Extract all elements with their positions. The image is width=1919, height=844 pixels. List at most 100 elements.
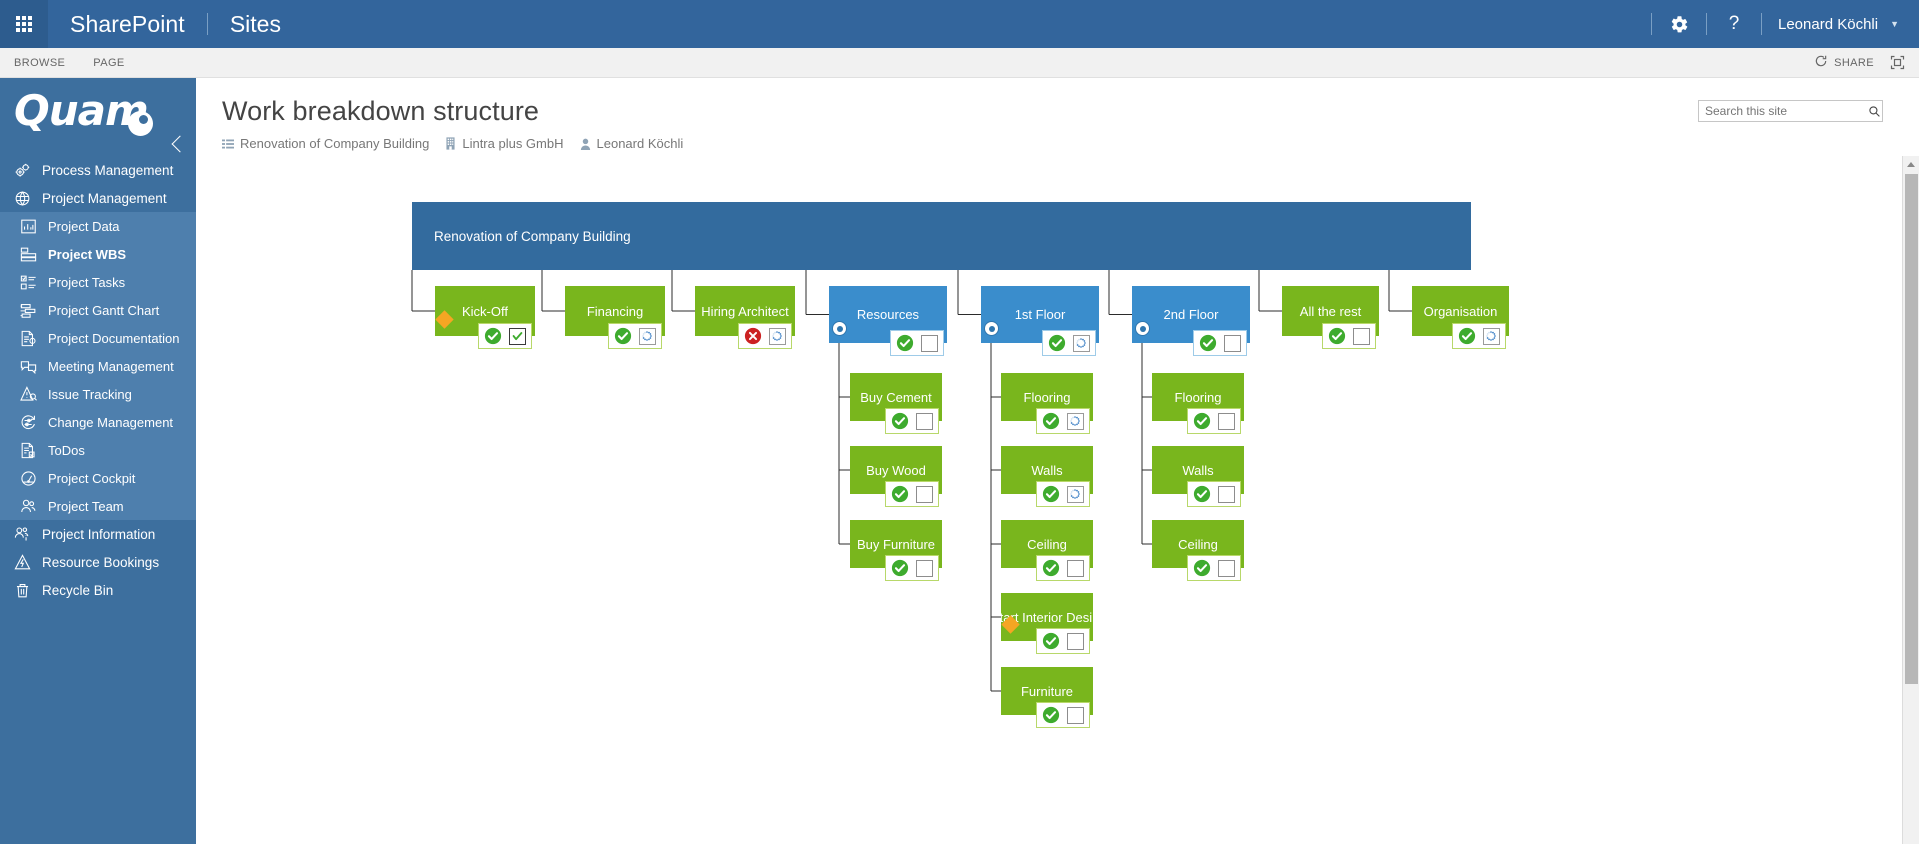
wbs-node-f1-furniture[interactable]: Furniture bbox=[1001, 667, 1093, 728]
vertical-scrollbar[interactable] bbox=[1902, 156, 1919, 844]
wbs-node-buy-furniture[interactable]: Buy Furniture bbox=[850, 520, 942, 581]
status-ok-icon[interactable] bbox=[1328, 327, 1346, 345]
wbs-node-status-badges bbox=[1036, 702, 1090, 728]
ribbon-tab-page[interactable]: PAGE bbox=[79, 48, 138, 78]
status-ok-icon[interactable] bbox=[1042, 412, 1060, 430]
sidebar-item-project-cockpit[interactable]: Project Cockpit bbox=[0, 464, 196, 492]
sidebar-item-meeting-management[interactable]: Meeting Management bbox=[0, 352, 196, 380]
status-pending-icon[interactable] bbox=[1482, 327, 1500, 345]
status-empty-checkbox-icon[interactable] bbox=[1066, 559, 1084, 577]
status-ok-icon[interactable] bbox=[1042, 485, 1060, 503]
status-empty-checkbox-icon[interactable] bbox=[1352, 327, 1370, 345]
scroll-up-button[interactable] bbox=[1903, 156, 1919, 173]
wbs-node-floor2[interactable]: 2nd Floor bbox=[1132, 286, 1250, 356]
status-error-icon[interactable] bbox=[744, 327, 762, 345]
status-empty-checkbox-icon[interactable] bbox=[1066, 706, 1084, 724]
status-ok-icon[interactable] bbox=[484, 327, 502, 345]
wbs-node-hiring-architect[interactable]: Hiring Architect bbox=[695, 286, 795, 349]
status-pending-icon[interactable] bbox=[638, 327, 656, 345]
sidebar-item-project-tasks[interactable]: Project Tasks bbox=[0, 268, 196, 296]
status-ok-icon[interactable] bbox=[1458, 327, 1476, 345]
wbs-node-box[interactable]: Renovation of Company Building bbox=[412, 202, 1471, 270]
scrollbar-thumb[interactable] bbox=[1905, 174, 1918, 684]
sidebar-item-project-wbs[interactable]: Project WBS bbox=[0, 240, 196, 268]
wbs-node-label: Flooring bbox=[1023, 389, 1071, 405]
sidebar-item-recycle-bin[interactable]: Recycle Bin bbox=[0, 576, 196, 604]
sidebar-item-process-management[interactable]: Process Management bbox=[0, 156, 196, 184]
wbs-node-f2-ceiling[interactable]: Ceiling bbox=[1152, 520, 1244, 581]
wbs-node-f1-walls[interactable]: Walls bbox=[1001, 446, 1093, 507]
status-ok-icon[interactable] bbox=[1193, 559, 1211, 577]
status-empty-checkbox-icon[interactable] bbox=[915, 412, 933, 430]
sidebar-item-project-documentation[interactable]: Project Documentation bbox=[0, 324, 196, 352]
sidebar-item-project-data[interactable]: Project Data bbox=[0, 212, 196, 240]
status-empty-checkbox-icon[interactable] bbox=[920, 334, 938, 352]
status-empty-checkbox-icon[interactable] bbox=[1217, 412, 1235, 430]
collapse-expand-toggle[interactable] bbox=[1135, 321, 1150, 336]
ribbon-tab-browse[interactable]: BROWSE bbox=[0, 48, 79, 78]
wbs-node-f1-ceiling[interactable]: Ceiling bbox=[1001, 520, 1093, 581]
status-empty-checkbox-icon[interactable] bbox=[1217, 559, 1235, 577]
sidebar-item-issue-tracking[interactable]: Issue Tracking bbox=[0, 380, 196, 408]
wbs-node-kickoff[interactable]: Kick-Off bbox=[435, 286, 535, 349]
status-ok-icon[interactable] bbox=[891, 485, 909, 503]
wbs-node-f1-flooring[interactable]: Flooring bbox=[1001, 373, 1093, 434]
status-ok-icon[interactable] bbox=[1042, 706, 1060, 724]
share-button[interactable]: SHARE bbox=[1814, 54, 1874, 71]
status-empty-checkbox-icon[interactable] bbox=[1066, 632, 1084, 650]
sidebar-item-todos[interactable]: ToDos bbox=[0, 436, 196, 464]
status-ok-icon[interactable] bbox=[1048, 334, 1066, 352]
status-ok-icon[interactable] bbox=[1199, 334, 1217, 352]
gear-icon[interactable] bbox=[1652, 0, 1706, 48]
focus-on-content-icon[interactable] bbox=[1890, 55, 1905, 70]
wbs-node-status-badges bbox=[608, 323, 662, 349]
status-empty-checkbox-icon[interactable] bbox=[1223, 334, 1241, 352]
wbs-node-buy-wood[interactable]: Buy Wood bbox=[850, 446, 942, 507]
status-ok-icon[interactable] bbox=[896, 334, 914, 352]
sites-link[interactable]: Sites bbox=[208, 0, 303, 48]
chevron-down-icon[interactable]: ▼ bbox=[1890, 0, 1919, 48]
wbs-node-f2-walls[interactable]: Walls bbox=[1152, 446, 1244, 507]
help-icon[interactable]: ? bbox=[1707, 0, 1761, 48]
status-empty-checkbox-icon[interactable] bbox=[1217, 485, 1235, 503]
status-ok-icon[interactable] bbox=[891, 559, 909, 577]
status-pending-icon[interactable] bbox=[768, 327, 786, 345]
status-ok-icon[interactable] bbox=[1042, 559, 1060, 577]
wbs-node-f1-interior[interactable]: Start Interior Desi... bbox=[1001, 593, 1093, 654]
app-launcher-icon[interactable] bbox=[0, 0, 48, 48]
status-empty-checkbox-icon[interactable] bbox=[915, 559, 933, 577]
wbs-node-resources[interactable]: Resources bbox=[829, 286, 947, 356]
wbs-node-label: 2nd Floor bbox=[1163, 307, 1219, 322]
wbs-node-financing[interactable]: Financing bbox=[565, 286, 665, 349]
status-pending-icon[interactable] bbox=[1072, 334, 1090, 352]
wbs-node-organisation[interactable]: Organisation bbox=[1412, 286, 1509, 349]
wbs-node-label: Hiring Architect bbox=[701, 303, 789, 319]
status-ok-icon[interactable] bbox=[891, 412, 909, 430]
content-area: Work breakdown structure Renovation of C… bbox=[196, 78, 1919, 844]
status-checked-checkbox-icon[interactable] bbox=[508, 327, 526, 345]
sidebar-item-project-information[interactable]: Project Information bbox=[0, 520, 196, 548]
wbs-node-root[interactable]: Renovation of Company Building bbox=[412, 202, 1471, 270]
sidebar-item-project-gantt-chart[interactable]: Project Gantt Chart bbox=[0, 296, 196, 324]
wbs-node-f2-flooring[interactable]: Flooring bbox=[1152, 373, 1244, 434]
collapse-expand-toggle[interactable] bbox=[832, 321, 847, 336]
status-empty-checkbox-icon[interactable] bbox=[915, 485, 933, 503]
status-ok-icon[interactable] bbox=[614, 327, 632, 345]
status-ok-icon[interactable] bbox=[1042, 632, 1060, 650]
sidebar-item-project-management[interactable]: Project Management bbox=[0, 184, 196, 212]
user-name[interactable]: Leonard Köchli bbox=[1762, 0, 1890, 48]
sidebar-item-resource-bookings[interactable]: Resource Bookings bbox=[0, 548, 196, 576]
chevron-left-icon[interactable] bbox=[168, 136, 186, 154]
status-pending-icon[interactable] bbox=[1066, 485, 1084, 503]
sharepoint-brand[interactable]: SharePoint bbox=[48, 0, 207, 48]
status-ok-icon[interactable] bbox=[1193, 412, 1211, 430]
wbs-node-buy-cement[interactable]: Buy Cement bbox=[850, 373, 942, 434]
status-pending-icon[interactable] bbox=[1066, 412, 1084, 430]
sidebar-item-project-team[interactable]: Project Team bbox=[0, 492, 196, 520]
sidebar-item-change-management[interactable]: Change Management bbox=[0, 408, 196, 436]
wbs-node-floor1[interactable]: 1st Floor bbox=[981, 286, 1099, 356]
wbs-node-status-badges bbox=[1452, 323, 1506, 349]
wbs-node-all-the-rest[interactable]: All the rest bbox=[1282, 286, 1379, 349]
status-ok-icon[interactable] bbox=[1193, 485, 1211, 503]
collapse-expand-toggle[interactable] bbox=[984, 321, 999, 336]
